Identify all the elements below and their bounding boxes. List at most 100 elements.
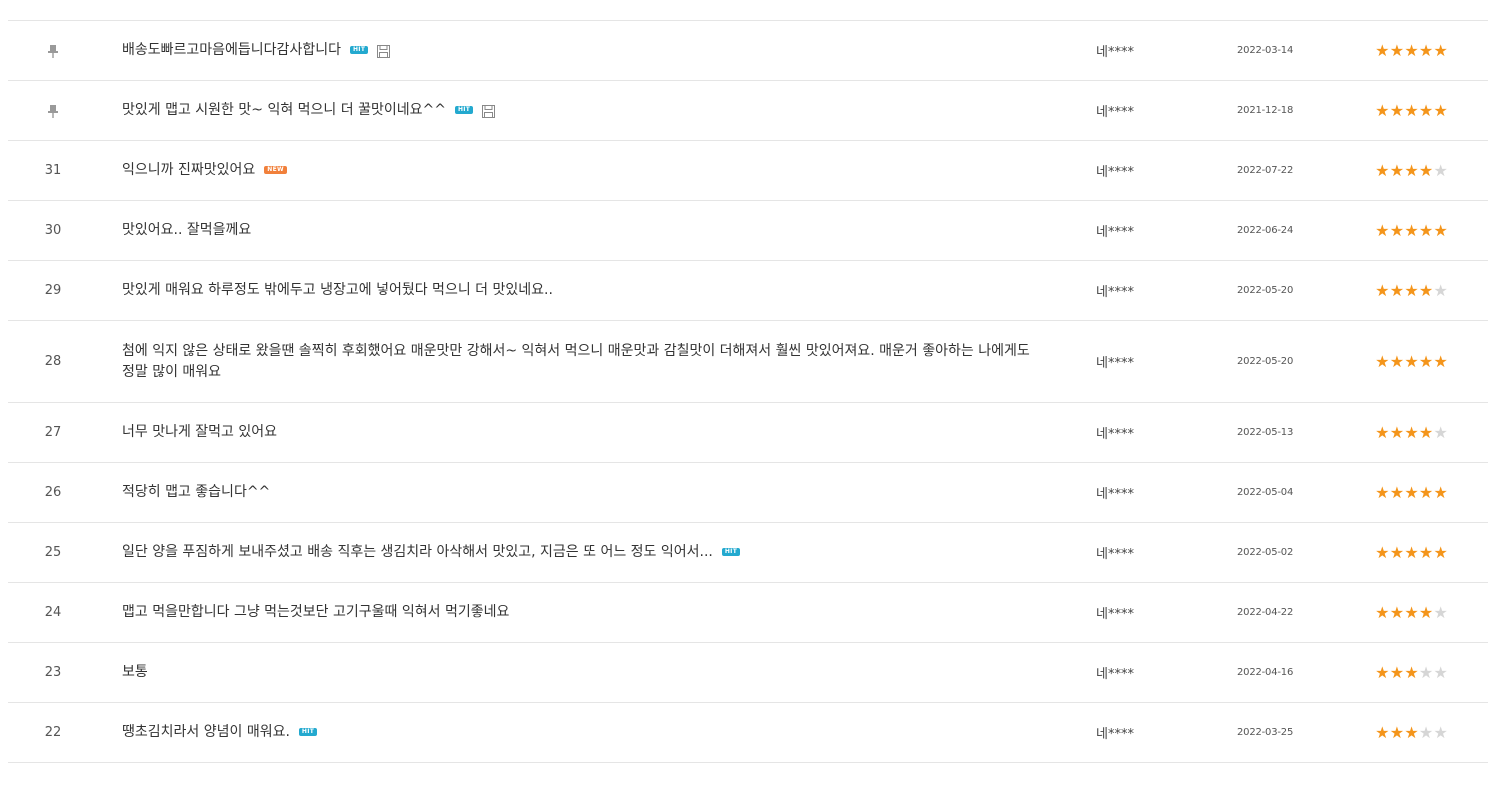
review-list: 배송도빠르고마음에듭니다감사합니다 HIT 네**** 2022-03-14 ★ ★ ★ ★ ★… <box>8 20 1488 763</box>
review-subject-link[interactable]: 첨에 익지 않은 상태로 왔을땐 솔찍히 후회했어요 매운맛만 강해서~ 익혀서… <box>122 343 1030 380</box>
subject-wrap: 적당히 맵고 좋습니다^^ <box>122 482 270 503</box>
review-subject-link[interactable]: 일단 양을 푸짐하게 보내주셨고 배송 직후는 생김치라 아삭해서 맛있고, 지… <box>122 544 713 560</box>
star-icon: ★ <box>1404 100 1419 120</box>
star-icon: ★ <box>1418 542 1434 562</box>
writer-name: 네**** <box>1096 427 1134 442</box>
subject-wrap: 보통 <box>122 662 148 683</box>
review-subject-cell: 맛있게 맵고 시원한 맛~ 익혀 먹으니 더 꿀맛이네요^^ HIT <box>122 81 1052 140</box>
table-row[interactable]: 31 익으니까 진짜맛있어요 NEW 네**** 2022-07-22 ★ ★ ★ ★ ★ <box>8 141 1488 201</box>
star-icon: ★ <box>1418 220 1434 240</box>
table-row[interactable]: 26 적당히 맵고 좋습니다^^ 네**** 2022-05-04 ★ ★ ★ ★ ★ <box>8 463 1488 523</box>
review-subject-cell: 너무 맛나게 잘먹고 있어요 <box>122 403 1052 462</box>
hit-badge: HIT <box>349 46 369 54</box>
review-subject-cell: 익으니까 진짜맛있어요 NEW <box>122 141 1052 200</box>
review-subject-link[interactable]: 너무 맛나게 잘먹고 있어요 <box>122 424 277 440</box>
star-rating: ★ ★ ★ ★ ★ <box>1375 201 1455 260</box>
star-icon: ★ <box>1389 280 1405 300</box>
floppy-disk-icon <box>482 104 496 118</box>
table-row[interactable]: 22 땡초김치라서 양념이 매워요. HIT 네**** 2022-03-25 ★ ★ ★ ★ ★ <box>8 703 1488 763</box>
row-number: 24 <box>44 605 62 620</box>
writer-name: 네**** <box>1096 285 1134 300</box>
star-rating: ★ ★ ★ ★ ★ <box>1375 261 1455 320</box>
subject-wrap: 일단 양을 푸짐하게 보내주셨고 배송 직후는 생김치라 아삭해서 맛있고, 지… <box>122 542 741 563</box>
review-subject-cell: 적당히 맵고 좋습니다^^ <box>122 463 1052 522</box>
review-subject-link[interactable]: 땡초김치라서 양념이 매워요. <box>122 724 290 740</box>
star-rating: ★ ★ ★ ★ ★ <box>1375 583 1455 642</box>
writer-name: 네**** <box>1096 225 1134 240</box>
star-icon: ★ <box>1433 422 1448 442</box>
row-number: 22 <box>44 725 62 740</box>
subject-wrap: 배송도빠르고마음에듭니다감사합니다 HIT <box>122 40 391 61</box>
star-icon: ★ <box>1389 160 1405 180</box>
star-icon: ★ <box>1404 722 1419 742</box>
writer-name: 네**** <box>1096 45 1134 60</box>
table-row[interactable]: 25 일단 양을 푸짐하게 보내주셨고 배송 직후는 생김치라 아삭해서 맛있고,… <box>8 523 1488 583</box>
review-subject-link[interactable]: 익으니까 진짜맛있어요 <box>122 162 255 178</box>
star-icon: ★ <box>1404 160 1419 180</box>
review-subject-link[interactable]: 보통 <box>122 664 148 680</box>
subject-wrap: 첨에 익지 않은 상태로 왔을땐 솔찍히 후회했어요 매운맛만 강해서~ 익혀서… <box>122 341 1042 383</box>
star-icon: ★ <box>1389 542 1405 562</box>
subject-wrap: 맛있어요.. 잘먹을께요 <box>122 220 251 241</box>
review-date: 2022-04-16 <box>1237 667 1294 678</box>
notice-cell <box>8 21 98 80</box>
star-icon: ★ <box>1389 351 1405 371</box>
table-row[interactable]: 29 맛있게 매워요 하루정도 밖에두고 냉장고에 넣어뒀다 먹으니 더 맛있네요… <box>8 261 1488 321</box>
star-icon: ★ <box>1433 542 1448 562</box>
review-date: 2022-07-22 <box>1237 165 1294 176</box>
writer-name: 네**** <box>1096 165 1134 180</box>
writer-name: 네**** <box>1096 356 1134 371</box>
hit-badge: HIT <box>721 548 741 556</box>
star-icon: ★ <box>1433 220 1448 240</box>
review-subject-cell: 맵고 먹을만합니다 그냥 먹는것보단 고기구울때 익혀서 먹기좋네요 <box>122 583 1052 642</box>
star-icon: ★ <box>1375 40 1390 60</box>
table-row[interactable]: 30 맛있어요.. 잘먹을께요 네**** 2022-06-24 ★ ★ ★ ★ ★ <box>8 201 1488 261</box>
star-icon: ★ <box>1375 422 1390 442</box>
floppy-disk-icon <box>377 44 391 58</box>
star-icon: ★ <box>1418 351 1434 371</box>
star-icon: ★ <box>1389 100 1405 120</box>
review-subject-link[interactable]: 맵고 먹을만합니다 그냥 먹는것보단 고기구울때 익혀서 먹기좋네요 <box>122 604 509 620</box>
star-rating: ★ ★ ★ ★ ★ <box>1375 321 1455 402</box>
writer-name: 네**** <box>1096 487 1134 502</box>
star-icon: ★ <box>1433 160 1448 180</box>
row-number: 30 <box>44 223 62 238</box>
row-number: 26 <box>44 485 62 500</box>
row-number: 23 <box>44 665 62 680</box>
star-icon: ★ <box>1389 422 1405 442</box>
star-icon: ★ <box>1404 482 1419 502</box>
review-date: 2022-03-14 <box>1237 45 1294 56</box>
star-icon: ★ <box>1433 100 1448 120</box>
review-subject-link[interactable]: 맛있게 맵고 시원한 맛~ 익혀 먹으니 더 꿀맛이네요^^ <box>122 102 446 118</box>
star-icon: ★ <box>1375 542 1390 562</box>
review-subject-link[interactable]: 맛있어요.. 잘먹을께요 <box>122 222 251 238</box>
review-subject-link[interactable]: 배송도빠르고마음에듭니다감사합니다 <box>122 42 341 58</box>
star-icon: ★ <box>1418 280 1434 300</box>
subject-wrap: 맵고 먹을만합니다 그냥 먹는것보단 고기구울때 익혀서 먹기좋네요 <box>122 602 509 623</box>
review-subject-cell: 배송도빠르고마음에듭니다감사합니다 HIT <box>122 21 1052 80</box>
hit-badge: HIT <box>298 728 318 736</box>
new-badge: NEW <box>264 166 287 174</box>
star-icon: ★ <box>1375 662 1390 682</box>
review-subject-link[interactable]: 적당히 맵고 좋습니다^^ <box>122 484 270 500</box>
star-rating: ★ ★ ★ ★ ★ <box>1375 643 1455 702</box>
table-row[interactable]: 맛있게 맵고 시원한 맛~ 익혀 먹으니 더 꿀맛이네요^^ HIT 네**** 20… <box>8 81 1488 141</box>
pin-icon <box>47 104 59 118</box>
review-subject-link[interactable]: 맛있게 매워요 하루정도 밖에두고 냉장고에 넣어뒀다 먹으니 더 맛있네요.. <box>122 282 553 298</box>
row-number: 28 <box>44 354 62 369</box>
star-icon: ★ <box>1433 722 1448 742</box>
table-row[interactable]: 27 너무 맛나게 잘먹고 있어요 네**** 2022-05-13 ★ ★ ★ ★ ★ <box>8 403 1488 463</box>
writer-name: 네**** <box>1096 547 1134 562</box>
star-icon: ★ <box>1433 40 1448 60</box>
star-icon: ★ <box>1375 160 1390 180</box>
review-date: 2022-06-24 <box>1237 225 1294 236</box>
table-row[interactable]: 28 첨에 익지 않은 상태로 왔을땐 솔찍히 후회했어요 매운맛만 강해서~ 익… <box>8 321 1488 403</box>
review-date: 2022-04-22 <box>1237 607 1294 618</box>
table-row[interactable]: 배송도빠르고마음에듭니다감사합니다 HIT 네**** 2022-03-14 ★ ★ ★ ★ ★ <box>8 21 1488 81</box>
star-icon: ★ <box>1375 100 1390 120</box>
pin-icon <box>47 44 59 58</box>
table-row[interactable]: 23 보통 네**** 2022-04-16 ★ ★ ★ ★ ★ <box>8 643 1488 703</box>
table-row[interactable]: 24 맵고 먹을만합니다 그냥 먹는것보단 고기구울때 익혀서 먹기좋네요 네***… <box>8 583 1488 643</box>
star-icon: ★ <box>1418 482 1434 502</box>
row-number: 31 <box>44 163 62 178</box>
